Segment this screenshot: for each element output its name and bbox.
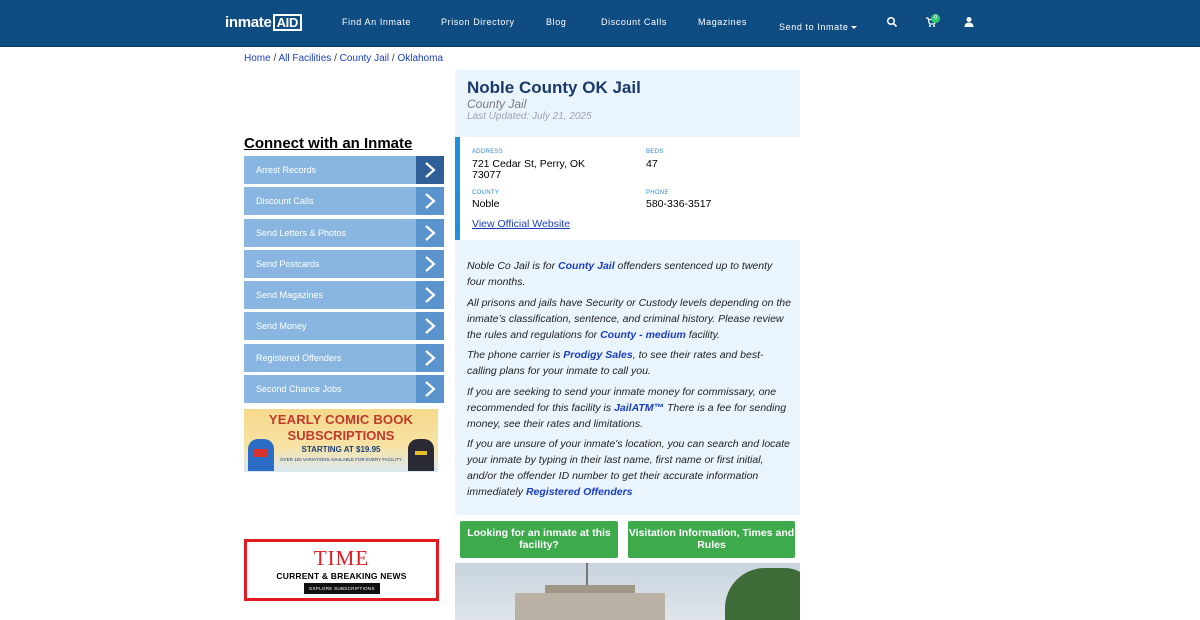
menu-item-label: Registered Offenders: [256, 352, 342, 363]
desc-paragraph: All prisons and jails have Security or C…: [467, 295, 792, 343]
breadcrumb-home[interactable]: Home: [244, 53, 271, 64]
beds-value: 47: [646, 158, 658, 170]
arrow-container: [416, 218, 444, 247]
chevron-right-icon: [425, 349, 436, 366]
arrow-container: [416, 249, 444, 278]
menu-item-send-postcards[interactable]: Send Postcards: [244, 249, 444, 278]
desc-paragraph: If you are unsure of your inmate's locat…: [467, 436, 792, 500]
ad-subheadline: SUBSCRIPTIONS: [287, 428, 395, 443]
breadcrumb-separator: /: [273, 53, 277, 64]
cart-count-badge: 0: [931, 14, 940, 23]
menu-item-label: Send Money: [256, 321, 307, 332]
chevron-right-icon: [425, 224, 436, 241]
menu-item-label: Discount Calls: [256, 196, 314, 207]
batman-image: [408, 439, 434, 471]
chevron-right-icon: [425, 162, 436, 178]
menu-item-discount-calls[interactable]: Discount Calls: [244, 187, 444, 216]
ad-headline: YEARLY COMIC BOOK: [268, 412, 414, 427]
last-updated: Last Updated: July 21, 2025: [467, 111, 592, 122]
chevron-right-icon: [425, 256, 436, 272]
facility-type: County Jail: [467, 97, 527, 111]
connect-heading: Connect with an Inmate: [244, 135, 413, 152]
county-jail-link[interactable]: County Jail: [558, 260, 615, 272]
menu-item-label: Arrest Records: [256, 165, 317, 175]
chevron-right-icon: [425, 287, 436, 304]
nav-discount-calls[interactable]: Discount Calls: [601, 17, 667, 27]
menu-item-send-letters-photos[interactable]: Send Letters & Photos: [244, 218, 444, 247]
connect-menu: Arrest Records Discount Calls Send Lette…: [244, 156, 444, 406]
top-navbar: inmate AID Find An Inmate Prison Director…: [0, 0, 1200, 47]
county-label: COUNTY: [472, 190, 500, 196]
search-icon[interactable]: [886, 16, 898, 28]
time-tagline: CURRENT & BREAKING NEWS: [276, 571, 407, 581]
facility-photo: [455, 563, 800, 620]
arrow-container: [416, 156, 444, 184]
tree: [725, 568, 800, 620]
building: [515, 593, 665, 620]
nav-send-to-inmate[interactable]: Send to Inmate: [779, 17, 858, 35]
desc-paragraph: If you are seeking to send your inmate m…: [467, 384, 792, 432]
explore-subscriptions-button[interactable]: EXPLORE SUBSCRIPTIONS: [304, 583, 380, 594]
desc-text: Noble Co Jail is for: [467, 260, 559, 272]
user-icon[interactable]: [963, 16, 975, 28]
menu-item-arrest-records[interactable]: Arrest Records: [244, 156, 444, 184]
facility-title: Noble County OK Jail: [467, 78, 641, 97]
phone-carrier-link[interactable]: Prodigy Sales: [563, 349, 632, 361]
breadcrumb-oklahoma[interactable]: Oklahoma: [397, 53, 443, 64]
chevron-down-icon: [851, 26, 858, 29]
logo-aid-text: AID: [272, 14, 303, 31]
facility-description: Noble Co Jail is for County Jail offende…: [467, 258, 792, 505]
county-value: Noble: [472, 198, 500, 210]
arrow-container: [416, 343, 444, 372]
registered-offenders-link[interactable]: Registered Offenders: [526, 486, 633, 498]
breadcrumb-separator: /: [334, 53, 337, 64]
menu-item-send-money[interactable]: Send Money: [244, 312, 444, 341]
menu-item-second-chance-jobs[interactable]: Second Chance Jobs: [244, 375, 444, 404]
breadcrumb-separator: /: [391, 53, 395, 64]
arrow-container: [416, 281, 444, 310]
phone-value: 580-336-3517: [646, 198, 712, 210]
time-logo: TIME: [313, 546, 370, 570]
chevron-right-icon: [425, 193, 436, 210]
logo-text: inmate: [225, 14, 272, 31]
menu-item-label: Send Magazines: [256, 290, 324, 301]
jailatm-link[interactable]: JailATM™: [614, 402, 664, 414]
chevron-right-icon: [425, 381, 436, 397]
arrow-container: [416, 375, 444, 404]
arrow-container: [416, 187, 444, 216]
address-line2: 73077: [472, 169, 502, 181]
beds-label: BEDS: [646, 149, 664, 155]
breadcrumb: Home / All Facilities / County Jail / Ok…: [244, 53, 443, 64]
menu-item-label: Send Postcards: [256, 258, 320, 269]
desc-text: The phone carrier is: [467, 349, 564, 361]
arrow-container: [416, 312, 444, 341]
site-logo[interactable]: inmate AID: [225, 14, 303, 34]
desc-paragraph: The phone carrier is Prodigy Sales, to s…: [467, 347, 792, 379]
ad-price: STARTING AT $19.95: [301, 445, 381, 454]
time-magazine-ad[interactable]: TIME CURRENT & BREAKING NEWS EXPLORE SUB…: [244, 539, 439, 601]
find-inmate-button[interactable]: Looking for an inmate at this facility?: [460, 521, 618, 558]
nav-send-to-inmate-label: Send to Inmate: [779, 22, 849, 32]
nav-prison-directory[interactable]: Prison Directory: [441, 17, 515, 27]
visitation-info-button[interactable]: Visitation Information, Times and Rules: [628, 521, 795, 558]
phone-label: PHONE: [646, 190, 669, 196]
menu-item-label: Second Chance Jobs: [256, 384, 342, 395]
chevron-right-icon: [425, 318, 436, 335]
ad-fineprint: OVER 150 VARIATIONS AVAILABLE FOR EVERY …: [280, 457, 402, 462]
nav-magazines[interactable]: Magazines: [698, 17, 747, 27]
breadcrumb-all-facilities[interactable]: All Facilities: [278, 53, 331, 64]
menu-item-send-magazines[interactable]: Send Magazines: [244, 281, 444, 310]
address-label: ADDRESS: [472, 149, 504, 155]
nav-blog[interactable]: Blog: [546, 17, 566, 27]
official-website-link[interactable]: View Official Website: [472, 218, 570, 230]
desc-text: facility.: [685, 328, 721, 341]
breadcrumb-county-jail[interactable]: County Jail: [340, 53, 389, 64]
security-level-link[interactable]: County - medium: [600, 329, 686, 341]
menu-item-label: Send Letters & Photos: [256, 227, 347, 238]
superhero-image: [248, 439, 274, 471]
nav-find-an-inmate[interactable]: Find An Inmate: [342, 17, 411, 27]
comic-subscriptions-ad[interactable]: YEARLY COMIC BOOK SUBSCRIPTIONS STARTING…: [244, 409, 438, 472]
menu-item-registered-offenders[interactable]: Registered Offenders: [244, 343, 444, 372]
desc-paragraph: Noble Co Jail is for County Jail offende…: [467, 258, 792, 290]
